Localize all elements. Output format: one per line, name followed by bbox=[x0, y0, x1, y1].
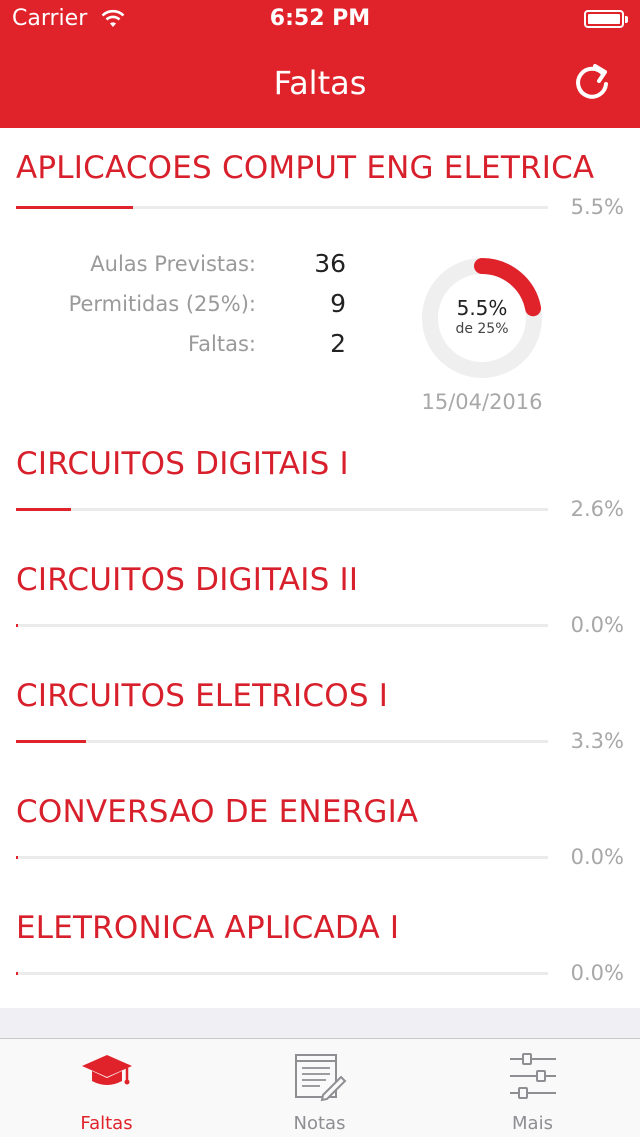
detail-label-classes: Aulas Previstas: bbox=[90, 252, 256, 276]
course-row[interactable]: CIRCUITOS DIGITAIS I 2.6% bbox=[0, 446, 640, 556]
sliders-icon bbox=[508, 1051, 558, 1105]
course-name: CONVERSAO DE ENERGIA bbox=[16, 794, 419, 830]
absence-progress-track bbox=[16, 206, 548, 209]
tab-notas[interactable]: Notas bbox=[213, 1039, 426, 1137]
absence-progress-track bbox=[16, 740, 548, 743]
tab-label: Mais bbox=[512, 1113, 553, 1134]
course-name: CIRCUITOS DIGITAIS I bbox=[16, 446, 349, 482]
absence-progress-track bbox=[16, 972, 548, 975]
detail-label-absences: Faltas: bbox=[188, 332, 256, 356]
absence-progress-fill bbox=[16, 508, 72, 511]
absence-progress-fill bbox=[16, 972, 18, 975]
course-row[interactable]: CIRCUITOS ELETRICOS I 3.3% bbox=[0, 678, 640, 788]
update-date: 15/04/2016 bbox=[421, 390, 543, 414]
status-bar: Carrier 6:52 PM bbox=[0, 0, 640, 40]
detail-value-classes: 36 bbox=[314, 249, 346, 278]
notepad-edit-icon bbox=[293, 1051, 347, 1107]
course-row[interactable]: CONVERSAO DE ENERGIA 0.0% bbox=[0, 794, 640, 904]
absence-progress-track bbox=[16, 508, 548, 511]
course-row[interactable]: ELETRONICA APLICADA I 0.0% bbox=[0, 910, 640, 1008]
absence-progress-track bbox=[16, 856, 548, 859]
refresh-icon[interactable] bbox=[570, 60, 614, 104]
course-name: ELETRONICA APLICADA I bbox=[16, 910, 400, 946]
course-row[interactable]: APLICACOES COMPUT ENG ELETRICA 5.5% Aula… bbox=[0, 128, 640, 416]
course-list: APLICACOES COMPUT ENG ELETRICA 5.5% Aula… bbox=[0, 128, 640, 1008]
absence-progress-track bbox=[16, 624, 548, 627]
absence-progress-fill bbox=[16, 624, 18, 627]
navigation-bar: Faltas bbox=[0, 40, 640, 128]
tab-faltas[interactable]: Faltas bbox=[0, 1039, 213, 1137]
battery-icon bbox=[584, 10, 630, 30]
detail-value-absences: 2 bbox=[330, 329, 346, 358]
graduation-cap-icon bbox=[80, 1051, 134, 1095]
page-title: Faltas bbox=[273, 64, 367, 102]
absence-percent: 0.0% bbox=[570, 613, 624, 637]
tab-bar: Faltas Notas Mais bbox=[0, 1038, 640, 1137]
donut-subtitle: de 25% bbox=[455, 321, 509, 337]
absence-percent: 0.0% bbox=[570, 961, 624, 985]
absence-percent: 0.0% bbox=[570, 845, 624, 869]
absence-progress-fill bbox=[16, 856, 18, 859]
absence-progress-fill bbox=[16, 740, 87, 743]
absence-percent: 3.3% bbox=[570, 729, 624, 753]
donut-percent: 5.5% bbox=[456, 296, 508, 320]
detail-label-allowed: Permitidas (25%): bbox=[68, 292, 256, 316]
course-name: CIRCUITOS DIGITAIS II bbox=[16, 562, 359, 598]
absence-percent: 5.5% bbox=[570, 195, 624, 219]
absence-progress-fill bbox=[16, 206, 134, 209]
course-name: CIRCUITOS ELETRICOS I bbox=[16, 678, 389, 714]
clock: 6:52 PM bbox=[269, 6, 371, 31]
course-name: APLICACOES COMPUT ENG ELETRICA bbox=[16, 150, 595, 186]
tab-label: Faltas bbox=[80, 1113, 133, 1134]
course-row[interactable]: CIRCUITOS DIGITAIS II 0.0% bbox=[0, 562, 640, 672]
absence-percent: 2.6% bbox=[570, 497, 624, 521]
tab-label: Notas bbox=[293, 1113, 346, 1134]
tab-mais[interactable]: Mais bbox=[426, 1039, 639, 1137]
detail-value-allowed: 9 bbox=[330, 289, 346, 318]
